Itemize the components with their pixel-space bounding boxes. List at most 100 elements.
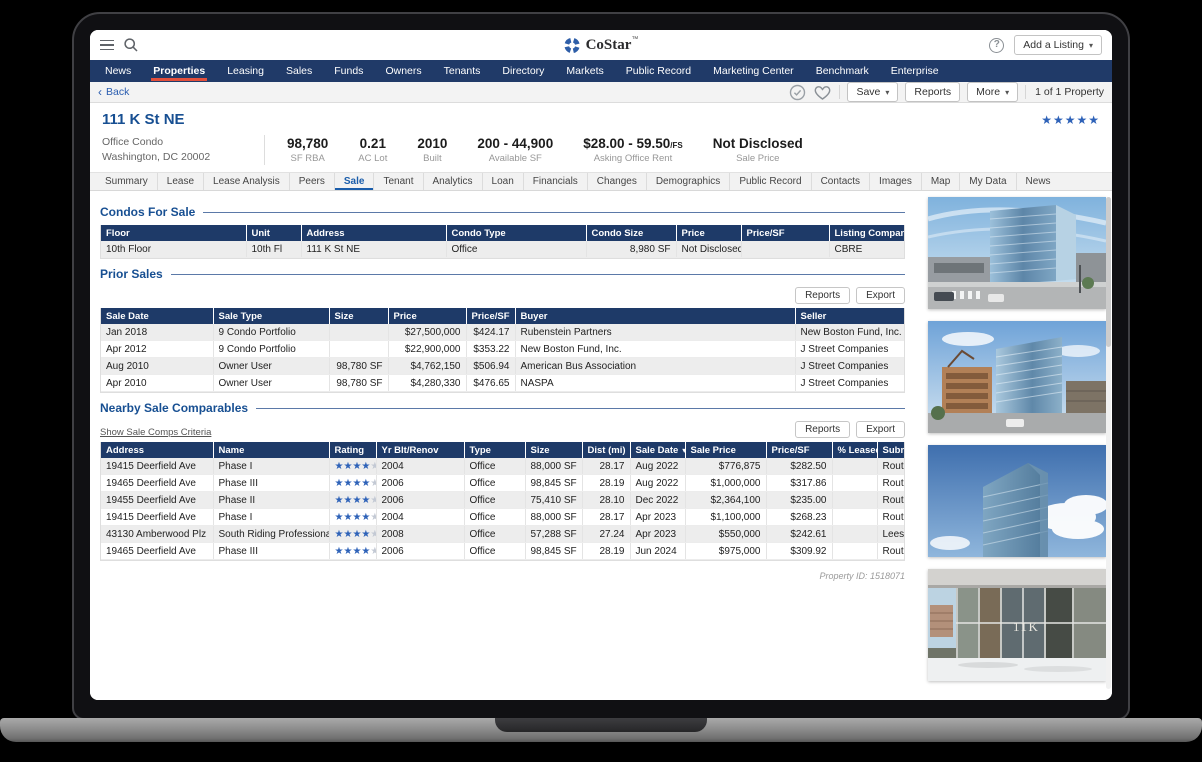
property-rating-stars[interactable]: ★★★★★ <box>1041 113 1100 127</box>
tab-peers[interactable]: Peers <box>290 173 335 190</box>
table-row[interactable]: 19415 Deerfield AvePhase I★★★★★2004Offic… <box>101 509 905 526</box>
table-row[interactable]: 10th Floor10th Fl111 K St NEOffice8,980 … <box>101 241 905 258</box>
nav-item-sales[interactable]: Sales <box>275 60 323 82</box>
search-icon[interactable] <box>123 37 139 53</box>
nav-item-funds[interactable]: Funds <box>323 60 374 82</box>
column-header-seller[interactable]: Seller <box>795 308 905 324</box>
table-row[interactable]: Jan 20189 Condo Portfolio$27,500,000$424… <box>101 324 905 341</box>
nav-item-directory[interactable]: Directory <box>491 60 555 82</box>
add-a-listing-button[interactable]: Add a Listing ▾ <box>1014 35 1102 55</box>
column-header-dist-mi-[interactable]: Dist (mi) <box>582 442 630 458</box>
tab-public-record[interactable]: Public Record <box>730 173 811 190</box>
tab-images[interactable]: Images <box>870 173 922 190</box>
table-row[interactable]: Apr 2010Owner User98,780 SF$4,280,330$47… <box>101 375 905 392</box>
heart-icon[interactable] <box>813 84 832 101</box>
table-row[interactable]: 43130 Amberwood PlzSouth Riding Professi… <box>101 526 905 543</box>
tab-changes[interactable]: Changes <box>588 173 647 190</box>
save-button[interactable]: Save ▾ <box>847 82 898 102</box>
column-header-address[interactable]: Address <box>101 442 213 458</box>
tab-map[interactable]: Map <box>922 173 960 190</box>
column-header--leased[interactable]: % Leased <box>832 442 877 458</box>
property-type-location: Office Condo Washington, DC 20002 <box>102 135 264 165</box>
property-photo-1[interactable] <box>928 197 1106 309</box>
back-button[interactable]: ‹ Back <box>98 86 129 98</box>
nav-item-markets[interactable]: Markets <box>555 60 614 82</box>
column-header-unit[interactable]: Unit <box>246 225 301 241</box>
column-header-sale-type[interactable]: Sale Type <box>213 308 329 324</box>
table-row[interactable]: 19465 Deerfield AvePhase III★★★★★2006Off… <box>101 543 905 560</box>
nav-item-enterprise[interactable]: Enterprise <box>880 60 950 82</box>
reports-button[interactable]: Reports <box>795 287 850 304</box>
divider <box>256 408 905 409</box>
property-photo-3[interactable] <box>928 445 1106 557</box>
column-header-condo-size[interactable]: Condo Size <box>586 225 676 241</box>
tab-sale[interactable]: Sale <box>335 173 375 190</box>
export-button[interactable]: Export <box>856 287 905 304</box>
tab-analytics[interactable]: Analytics <box>424 173 483 190</box>
photo-rail-scrollbar[interactable] <box>1106 197 1111 689</box>
export-button[interactable]: Export <box>856 421 905 438</box>
table-row[interactable]: 19415 Deerfield AvePhase I★★★★★2004Offic… <box>101 458 905 475</box>
nav-item-benchmark[interactable]: Benchmark <box>805 60 880 82</box>
nav-item-public-record[interactable]: Public Record <box>615 60 702 82</box>
column-header-size[interactable]: Size <box>329 308 388 324</box>
check-circle-icon[interactable] <box>789 84 806 101</box>
more-button[interactable]: More ▾ <box>967 82 1018 102</box>
column-header-listing-company[interactable]: Listing Company <box>829 225 905 241</box>
column-header-address[interactable]: Address <box>301 225 446 241</box>
table-cell: Office <box>446 241 586 258</box>
table-row[interactable]: Apr 20129 Condo Portfolio$22,900,000$353… <box>101 341 905 358</box>
table-cell: 111 K St NE <box>301 241 446 258</box>
column-header-price[interactable]: Price <box>676 225 741 241</box>
table-cell: $1,000,000 <box>685 475 766 492</box>
column-header-type[interactable]: Type <box>464 442 525 458</box>
table-row[interactable]: 19465 Deerfield AvePhase III★★★★★2006Off… <box>101 475 905 492</box>
tab-demographics[interactable]: Demographics <box>647 173 730 190</box>
column-header-size[interactable]: Size <box>525 442 582 458</box>
property-photo-4[interactable]: 11K <box>928 569 1106 681</box>
reports-button[interactable]: Reports <box>795 421 850 438</box>
tab-summary[interactable]: Summary <box>96 173 158 190</box>
main-nav: NewsPropertiesLeasingSalesFundsOwnersTen… <box>90 60 1112 82</box>
nav-item-tenants[interactable]: Tenants <box>433 60 492 82</box>
column-header-sale-date[interactable]: Sale Date▾ <box>630 442 685 458</box>
tab-contacts[interactable]: Contacts <box>812 173 870 190</box>
nav-item-owners[interactable]: Owners <box>374 60 432 82</box>
column-header-price-sf[interactable]: Price/SF <box>741 225 829 241</box>
column-header-subm[interactable]: Subm <box>877 442 905 458</box>
column-header-name[interactable]: Name <box>213 442 329 458</box>
scrollbar-thumb[interactable] <box>1106 197 1111 347</box>
menu-icon[interactable] <box>100 40 114 51</box>
column-header-sale-date[interactable]: Sale Date <box>101 308 213 324</box>
column-header-price-sf[interactable]: Price/SF <box>466 308 515 324</box>
reports-button[interactable]: Reports <box>905 82 960 102</box>
column-header-buyer[interactable]: Buyer <box>515 308 795 324</box>
property-photo-2[interactable] <box>928 321 1106 433</box>
nav-item-news[interactable]: News <box>94 60 142 82</box>
tab-financials[interactable]: Financials <box>524 173 588 190</box>
divider <box>839 85 840 99</box>
nav-item-leasing[interactable]: Leasing <box>216 60 275 82</box>
column-header-price-sf[interactable]: Price/SF <box>766 442 832 458</box>
nav-item-properties[interactable]: Properties <box>142 60 216 82</box>
rating-stars: ★★★★★ <box>329 492 376 509</box>
table-cell: $506.94 <box>466 358 515 375</box>
table-row[interactable]: 19455 Deerfield AvePhase II★★★★★2006Offi… <box>101 492 905 509</box>
show-sale-comps-criteria-link[interactable]: Show Sale Comps Criteria <box>100 427 211 438</box>
tab-tenant[interactable]: Tenant <box>374 173 423 190</box>
help-icon[interactable]: ? <box>989 38 1004 53</box>
tab-my-data[interactable]: My Data <box>960 173 1016 190</box>
nav-item-marketing-center[interactable]: Marketing Center <box>702 60 805 82</box>
table-row[interactable]: Aug 2010Owner User98,780 SF$4,762,150$50… <box>101 358 905 375</box>
table-cell <box>741 241 829 258</box>
column-header-condo-type[interactable]: Condo Type <box>446 225 586 241</box>
tab-lease-analysis[interactable]: Lease Analysis <box>204 173 290 190</box>
tab-loan[interactable]: Loan <box>483 173 524 190</box>
column-header-price[interactable]: Price <box>388 308 466 324</box>
column-header-sale-price[interactable]: Sale Price <box>685 442 766 458</box>
column-header-yr-blt-renov[interactable]: Yr Blt/Renov <box>376 442 464 458</box>
column-header-rating[interactable]: Rating <box>329 442 376 458</box>
tab-news[interactable]: News <box>1017 173 1060 190</box>
tab-lease[interactable]: Lease <box>158 173 204 190</box>
column-header-floor[interactable]: Floor <box>101 225 246 241</box>
